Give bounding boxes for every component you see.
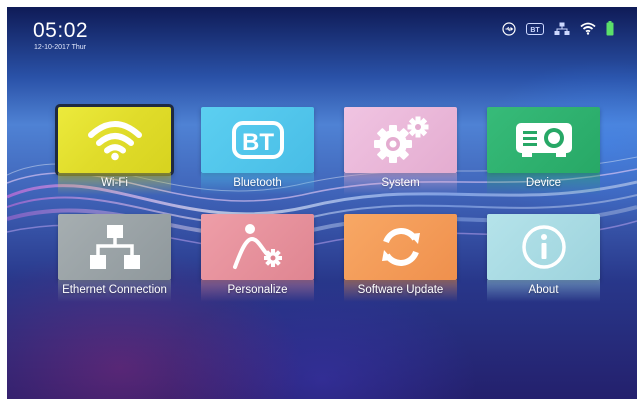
tile-software-update-label: Software Update [357,284,444,296]
clock-time: 05:02 [33,19,89,42]
info-icon [521,225,566,269]
bluetooth-icon-text: BT [242,129,274,156]
tile-system[interactable]: System [344,107,457,207]
update-icon [381,228,420,266]
tile-ethernet[interactable]: Ethernet Connection [58,214,171,314]
tile-bluetooth-label: Bluetooth [233,177,282,189]
tile-device-box[interactable] [487,107,600,173]
tile-wifi-box[interactable] [55,104,174,176]
tile-device[interactable]: Device [487,107,600,207]
tile-software-update-box[interactable] [344,214,457,280]
bluetooth-icon: BT [526,22,544,35]
tile-system-box[interactable] [344,107,457,173]
network-icon [89,225,140,269]
tile-ethernet-box[interactable] [58,214,171,280]
tile-about[interactable]: About [487,214,600,314]
bluetooth-icon: BT [231,121,284,159]
usb-icon [502,21,516,36]
clock-date: 12-10-2017 Thur [34,44,87,51]
tile-device-label: Device [525,177,562,189]
tile-personalize-label: Personalize [227,284,288,296]
battery-icon [606,21,614,36]
status-icons: BT [502,21,614,36]
launcher-screen: 05:02 12-10-2017 Thur BT Wi-Fi BT Blueto… [7,7,637,399]
tile-system-label: System [381,177,420,189]
ethernet-icon [554,22,570,35]
tile-about-box[interactable] [487,214,600,280]
personalize-icon [232,224,282,269]
tile-personalize-box[interactable] [201,214,314,280]
wifi-icon [87,121,142,161]
tile-about-label: About [528,284,559,296]
projector-icon [515,123,572,157]
tile-bluetooth[interactable]: BT Bluetooth [201,107,314,207]
tile-software-update[interactable]: Software Update [344,214,457,314]
tile-personalize[interactable]: Personalize [201,214,314,314]
tile-wifi-label: Wi-Fi [101,177,128,189]
tile-bluetooth-box[interactable]: BT [201,107,314,173]
bt-badge-text: BT [530,27,540,34]
tile-ethernet-label: Ethernet Connection [62,284,167,296]
wifi-icon [580,22,596,35]
tile-wifi[interactable]: Wi-Fi [55,104,174,207]
gears-icon [373,116,428,163]
